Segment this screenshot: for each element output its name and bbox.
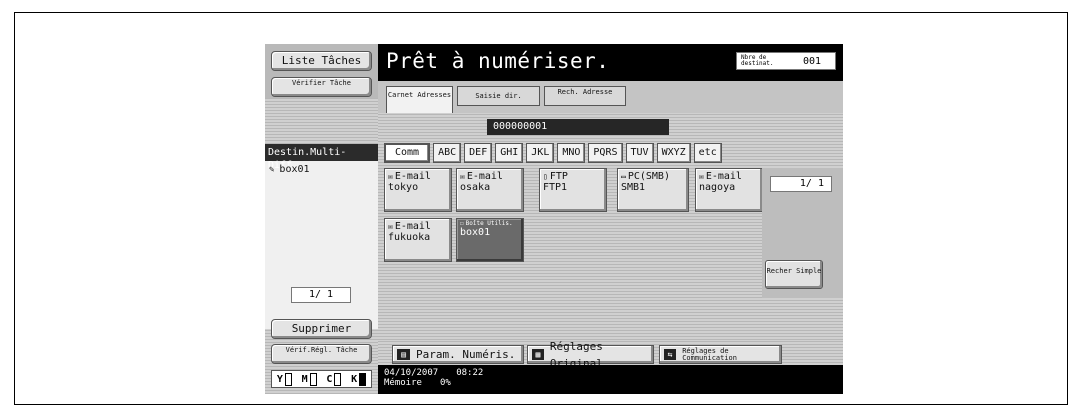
index-button-def[interactable]: DEF — [464, 143, 493, 163]
tab-address-book[interactable]: Carnet Adresses — [386, 86, 453, 113]
index-button-wxyz[interactable]: WXYZ — [656, 143, 691, 163]
address-type: E-mail — [394, 221, 431, 232]
left-hatch-area — [265, 98, 378, 144]
toner-m-bar — [309, 372, 317, 386]
tab-search-address-label: Rech. Adresse — [557, 88, 613, 96]
index-button-tuv[interactable]: TUV — [625, 143, 654, 163]
address-button-nagoya[interactable]: ✉ E-mail nagoya — [695, 168, 763, 212]
toner-k-bar — [359, 372, 367, 386]
mail-icon: ✉ — [699, 172, 704, 181]
status-bar: 04/10/2007 08:22 Mémoire 0% — [378, 365, 843, 394]
toner-y-bar — [284, 372, 292, 386]
address-type: E-mail — [705, 171, 742, 182]
tab-direct-input-label: Saisie dir. — [475, 92, 522, 100]
mail-icon: ✉ — [460, 172, 465, 181]
index-button-abc[interactable]: ABC — [433, 143, 462, 163]
box-icon: ✎ — [269, 164, 275, 175]
memory-value: 0% — [439, 378, 451, 388]
check-settings-button[interactable]: Vérif.Régl. Tâche — [271, 344, 372, 364]
screen-title: Prêt à numériser. — [386, 49, 610, 73]
destination-header: Destin.Multi-Diff. — [265, 144, 378, 171]
address-name: fukuoka — [388, 232, 431, 243]
address-name: FTP1 — [543, 182, 568, 193]
communication-settings-button[interactable]: ⇆ Réglages de Communication — [659, 345, 782, 364]
address-button-osaka[interactable]: ✉ E-mail osaka — [456, 168, 524, 212]
toner-c: C — [326, 372, 342, 386]
ftp-icon: ▯ — [543, 172, 548, 181]
destination-page-indicator: 1/ 1 — [291, 287, 351, 303]
tab-address-book-label: Carnet Adresses — [387, 91, 452, 99]
communication-settings-icon: ⇆ — [664, 349, 677, 360]
tab-direct-input[interactable]: Saisie dir. — [457, 86, 540, 106]
address-number-field[interactable]: 000000001 — [487, 119, 669, 135]
check-job-label: Vérifier Tâche — [291, 79, 351, 87]
scan-settings-icon: ▤ — [397, 349, 410, 360]
left-column: Liste Tâches Vérifier Tâche Destin.Multi… — [265, 44, 378, 394]
toner-c-bar — [334, 372, 342, 386]
title-bar: Prêt à numériser. Nbre de destinat. 001 — [378, 44, 843, 81]
scan-settings-button[interactable]: ▤ Param. Numéris. — [392, 345, 524, 364]
page-indicator: 1/ 1 — [770, 176, 832, 192]
address-book-content: 000000001 Comm ABC DEF GHI JKL MNO PQRS … — [378, 113, 843, 394]
address-button-tokyo[interactable]: ✉ E-mail tokyo — [384, 168, 452, 212]
address-name: box01 — [460, 227, 491, 238]
address-type: E-mail — [394, 171, 431, 182]
index-button-comm[interactable]: Comm — [384, 143, 431, 163]
index-button-ghi[interactable]: GHI — [495, 143, 524, 163]
address-grid: ✉ E-mail tokyo ✉ E-mail osaka ▯ FTP FTP1 ▭ P… — [384, 168, 768, 338]
tabs-area: Carnet Adresses Saisie dir. Rech. Adress… — [378, 81, 843, 113]
control-panel-screen: Liste Tâches Vérifier Tâche Destin.Multi… — [265, 44, 843, 394]
simple-search-label: Recher Simple — [766, 267, 822, 275]
toner-k: K — [351, 372, 367, 386]
address-type: FTP — [549, 171, 568, 182]
delete-button[interactable]: Supprimer — [271, 319, 372, 339]
check-job-button[interactable]: Vérifier Tâche — [271, 77, 372, 97]
status-date: 04/10/2007 — [384, 368, 439, 378]
address-button-box01[interactable]: ☐ Boîte Utilis. box01 — [456, 218, 524, 262]
job-list-button[interactable]: Liste Tâches — [271, 51, 372, 71]
check-settings-label: Vérif.Régl. Tâche — [285, 346, 358, 354]
address-type: PC(SMB) — [627, 171, 670, 182]
address-name: osaka — [460, 182, 491, 193]
toner-m: M — [302, 372, 317, 386]
original-settings-icon: ▦ — [532, 349, 544, 360]
destination-count-label: Nbre de destinat. — [741, 54, 774, 67]
destination-count-box: Nbre de destinat. 001 — [736, 52, 836, 70]
address-name: nagoya — [699, 182, 736, 193]
destination-item-label: box01 — [279, 164, 310, 175]
tab-search-address[interactable]: Rech. Adresse — [544, 86, 626, 106]
pc-icon: ▭ — [621, 172, 626, 181]
mail-icon: ✉ — [388, 172, 393, 181]
simple-search-button[interactable]: Recher Simple — [765, 260, 823, 289]
index-button-jkl[interactable]: JKL — [526, 143, 555, 163]
scan-settings-label: Param. Numéris. — [416, 348, 516, 361]
destination-count-value: 001 — [803, 55, 822, 67]
index-button-pqrs[interactable]: PQRS — [588, 143, 623, 163]
address-name: tokyo — [388, 182, 419, 193]
index-button-mno[interactable]: MNO — [557, 143, 586, 163]
index-button-etc[interactable]: etc — [693, 143, 722, 163]
original-settings-button[interactable]: ▦ Réglages Original — [527, 340, 654, 370]
destination-item[interactable]: ✎ box01 — [265, 161, 378, 178]
communication-settings-label: Réglages de Communication — [682, 346, 737, 362]
toner-levels: Y M C K — [271, 370, 372, 388]
address-button-fukuoka[interactable]: ✉ E-mail fukuoka — [384, 218, 452, 262]
mail-icon: ✉ — [388, 222, 393, 231]
toner-y: Y — [277, 372, 292, 386]
address-button-ftp1[interactable]: ▯ FTP FTP1 — [539, 168, 607, 212]
index-buttons: Comm ABC DEF GHI JKL MNO PQRS TUV WXYZ e… — [384, 143, 722, 163]
address-button-smb1[interactable]: ▭ PC(SMB) SMB1 — [617, 168, 689, 212]
memory-label: Mémoire — [384, 378, 422, 388]
status-time: 08:22 — [456, 368, 484, 378]
address-name: SMB1 — [621, 182, 646, 193]
address-type: E-mail — [466, 171, 503, 182]
